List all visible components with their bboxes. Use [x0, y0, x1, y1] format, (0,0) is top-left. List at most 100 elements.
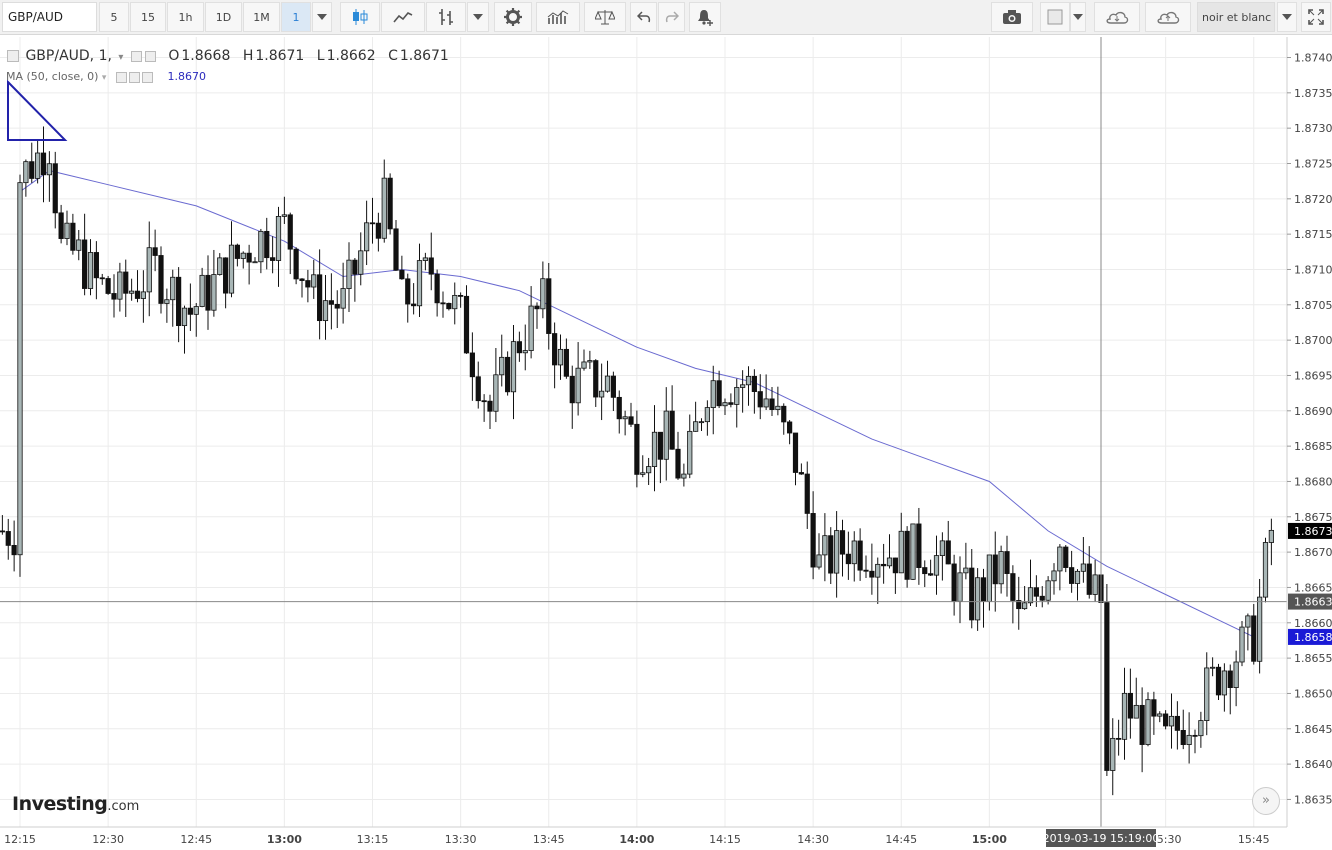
- candle-up: [275, 216, 282, 261]
- candle-down: [58, 212, 64, 239]
- candle-down: [375, 222, 381, 239]
- candle-up: [587, 360, 593, 363]
- ma-close-icon[interactable]: [141, 71, 153, 83]
- candle-down: [593, 360, 599, 398]
- candle-up: [1057, 546, 1063, 572]
- candle-up: [199, 274, 205, 307]
- candle-up: [604, 375, 611, 392]
- ma-eye-icon[interactable]: [115, 71, 127, 83]
- scroll-to-latest-button[interactable]: »: [1252, 787, 1280, 815]
- candle-down: [980, 577, 987, 603]
- series-legend: GBP/AUD, 1, ▾ O 1.8668 H 1.8671 L 1.8662 C1…: [6, 48, 451, 64]
- ma-dropdown-icon[interactable]: ▾: [102, 73, 107, 83]
- candle-down: [328, 300, 334, 305]
- color-picker-button[interactable]: [1040, 2, 1070, 32]
- x-tick-label: 14:00: [619, 833, 654, 846]
- last-price-badge-label: 1.8673: [1294, 525, 1332, 538]
- compare-dropdown-button[interactable]: [467, 2, 489, 32]
- candle-up: [1257, 596, 1263, 662]
- symbol-input[interactable]: GBP/AUD: [2, 2, 97, 32]
- settings-button[interactable]: [494, 2, 532, 32]
- candle-down: [469, 352, 475, 378]
- y-tick-label: 1.8730: [1294, 122, 1332, 135]
- fullscreen-icon: [1308, 9, 1324, 25]
- y-tick-label: 1.8710: [1294, 263, 1332, 276]
- legend-open-label: O: [168, 48, 180, 64]
- x-tick-label: 12:30: [92, 833, 124, 846]
- fullscreen-button[interactable]: [1301, 2, 1331, 32]
- studies-button[interactable]: [536, 2, 580, 32]
- gear-small-icon[interactable]: [144, 50, 156, 62]
- candle-up: [340, 288, 346, 309]
- screenshot-button[interactable]: [991, 2, 1033, 32]
- candle-down: [869, 570, 875, 578]
- undo-button[interactable]: [630, 2, 657, 32]
- candle-down: [1086, 563, 1092, 595]
- candle-up: [522, 350, 528, 354]
- interval-5-button[interactable]: 5: [99, 2, 129, 32]
- candlestick-icon: [353, 9, 368, 25]
- y-tick-label: 1.8715: [1294, 228, 1332, 241]
- candle-down: [634, 423, 640, 475]
- candles-style-button[interactable]: [340, 2, 380, 32]
- candle-up: [957, 572, 963, 602]
- compare-button[interactable]: [426, 2, 466, 32]
- candle-up: [252, 261, 258, 264]
- legend-dropdown-icon[interactable]: ▾: [118, 52, 123, 63]
- chevron-down-icon: [473, 14, 483, 20]
- ma-gear-icon[interactable]: [128, 71, 140, 83]
- candle-down: [845, 553, 851, 565]
- indicators-button[interactable]: [381, 2, 425, 32]
- crosshair-time-label: 2019-03-19 15:19:00: [1043, 832, 1160, 845]
- ma-legend-label: MA (50, close, 0): [6, 70, 99, 83]
- y-tick-label: 1.8705: [1294, 299, 1332, 312]
- candle-down: [475, 376, 481, 402]
- x-tick-label: 15:45: [1238, 833, 1270, 846]
- interval-1h-button[interactable]: 1h: [167, 2, 204, 32]
- candle-up: [146, 247, 152, 293]
- y-tick-label: 1.8720: [1294, 193, 1332, 206]
- candle-up: [87, 252, 94, 289]
- candle-down: [40, 152, 47, 176]
- candle-down: [428, 257, 434, 275]
- candle-up: [1233, 661, 1239, 689]
- candle-down: [305, 280, 311, 288]
- candle-down: [246, 252, 252, 263]
- bell-plus-icon: [698, 10, 713, 26]
- eye-icon[interactable]: [130, 50, 142, 62]
- interval-1d-button[interactable]: 1D: [205, 2, 242, 32]
- color-dropdown-button[interactable]: [1070, 2, 1086, 32]
- candle-down: [1063, 546, 1069, 568]
- save-chart-button[interactable]: [1145, 2, 1191, 32]
- interval-15-button[interactable]: 15: [130, 2, 166, 32]
- candle-down: [1139, 704, 1145, 745]
- candle-down: [158, 255, 164, 304]
- candle-up: [1204, 667, 1210, 721]
- candle-up: [898, 530, 904, 574]
- theme-select[interactable]: noir et blanc: [1197, 2, 1275, 32]
- alert-button[interactable]: [689, 2, 721, 32]
- candle-up: [745, 375, 752, 386]
- price-chart[interactable]: 1.8740 1.8735 1.8730 1.8725 1.8720 1.8715 1.87…: [0, 36, 1332, 850]
- candle-up: [775, 405, 781, 410]
- y-tick-label: 1.8690: [1294, 405, 1332, 418]
- redo-button[interactable]: [658, 2, 685, 32]
- double-chevron-right-icon: »: [1262, 793, 1270, 808]
- collapse-legend-icon[interactable]: [7, 50, 19, 62]
- candle-up: [1245, 615, 1251, 628]
- y-tick-label: 1.8650: [1294, 687, 1332, 700]
- balance-button[interactable]: [584, 2, 626, 32]
- interval-dropdown-button[interactable]: [312, 2, 332, 32]
- load-chart-button[interactable]: [1094, 2, 1140, 32]
- candle-down: [270, 257, 276, 261]
- candle-up: [1051, 570, 1057, 582]
- candle-up: [1186, 734, 1192, 745]
- candle-up: [886, 557, 893, 567]
- candle-up: [963, 567, 969, 574]
- candle-down: [1004, 551, 1010, 574]
- interval-1m-button[interactable]: 1M: [243, 2, 280, 32]
- candle-up: [1110, 737, 1116, 771]
- interval-1-button[interactable]: 1: [281, 2, 311, 32]
- theme-dropdown-button[interactable]: [1277, 2, 1297, 32]
- x-tick-label: 14:15: [709, 833, 741, 846]
